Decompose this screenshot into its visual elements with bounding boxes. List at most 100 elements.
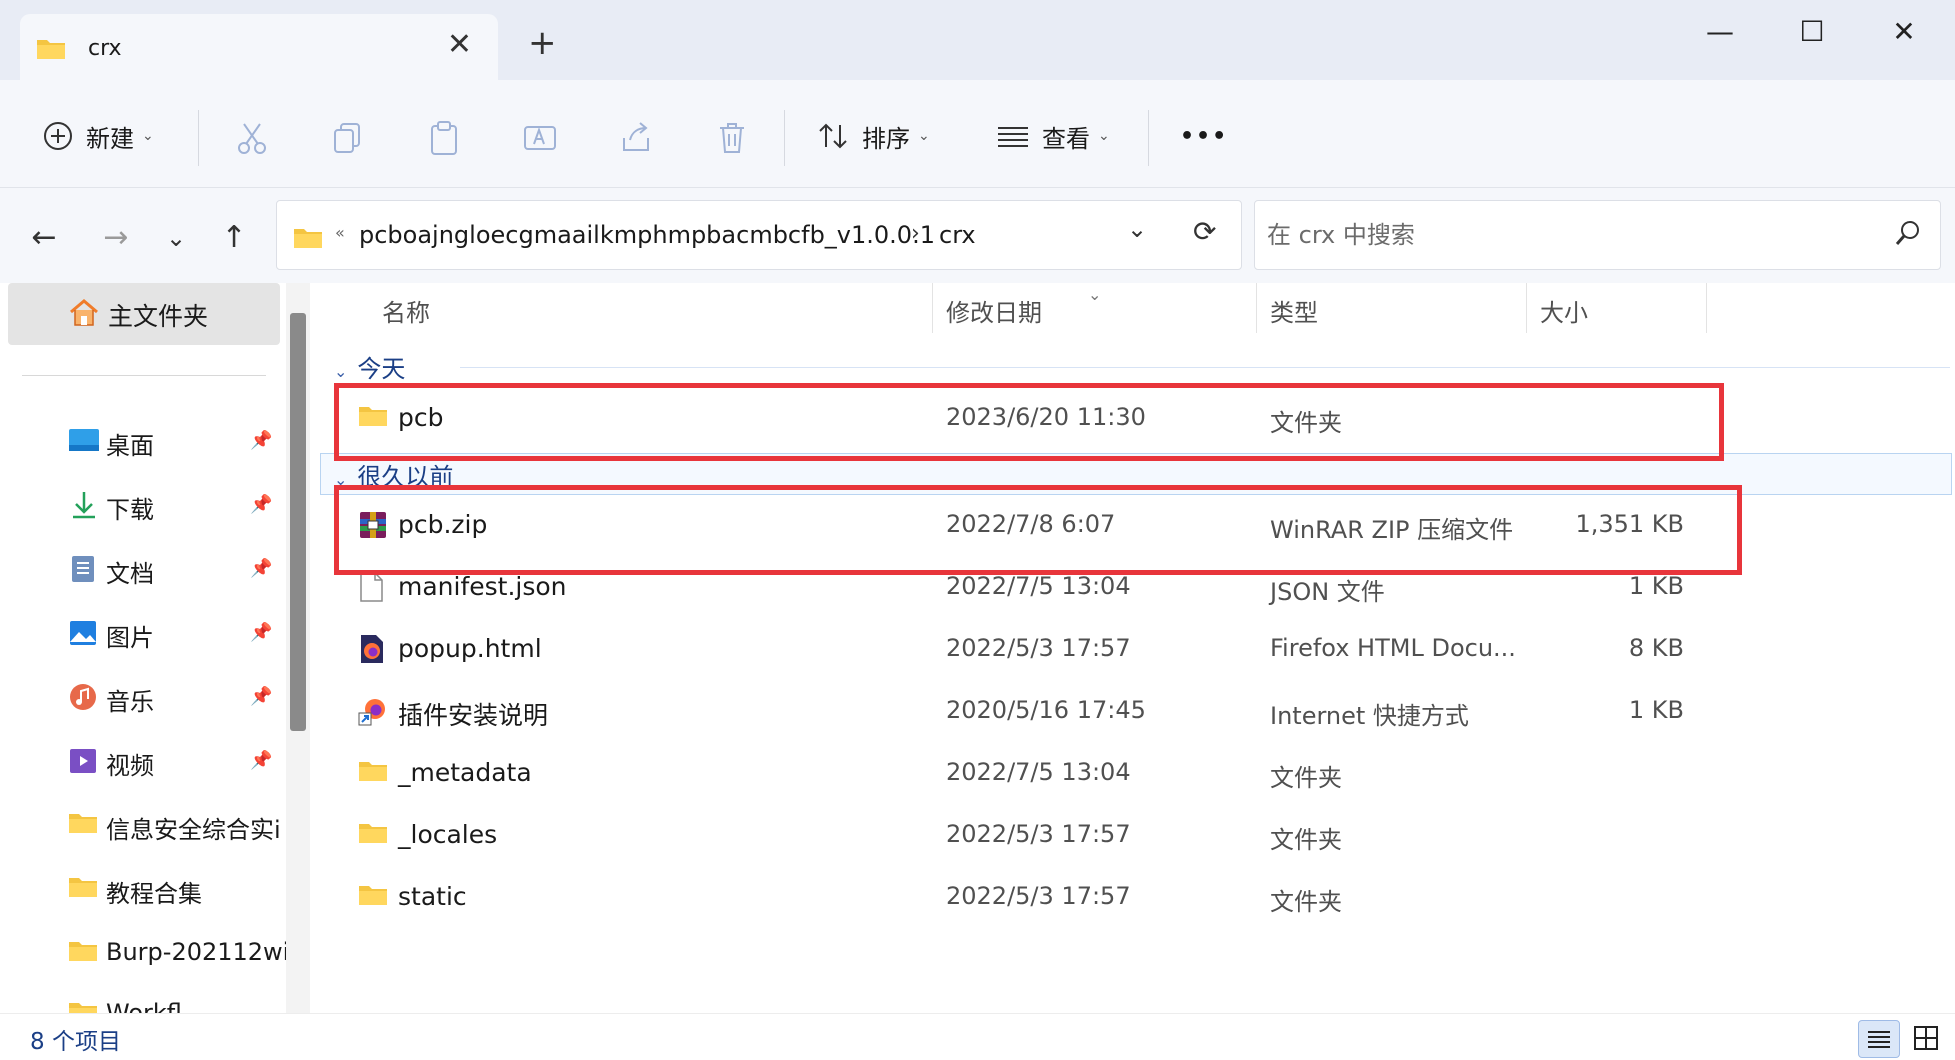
sidebar-item-home[interactable]: 主文件夹 <box>8 283 280 345</box>
close-window-button[interactable]: ✕ <box>1874 12 1934 52</box>
sidebar-item-desktop[interactable]: 桌面 📌 <box>0 416 285 466</box>
file-row-locales[interactable]: _locales 2022/5/3 17:57 文件夹 <box>320 808 1700 864</box>
file-row-popup-html[interactable]: popup.html 2022/5/3 17:57 Firefox HTML D… <box>320 622 1700 678</box>
highlight-box-pcb-zip <box>334 485 1742 575</box>
sidebar-item-downloads[interactable]: 下载 📌 <box>0 480 285 530</box>
refresh-icon[interactable]: ⟳ <box>1193 215 1216 248</box>
file-type: 文件夹 <box>1270 888 1342 916</box>
column-header-date[interactable]: 修改日期 <box>946 293 1042 328</box>
back-arrow-icon[interactable]: ← <box>24 218 64 258</box>
document-icon <box>68 554 98 588</box>
item-count: 8 个项目 <box>30 1029 121 1055</box>
column-header-name[interactable]: 名称 <box>382 293 430 328</box>
more-options-button[interactable]: ••• <box>1180 114 1228 158</box>
file-type: JSON 文件 <box>1270 578 1385 606</box>
column-header-size[interactable]: 大小 <box>1540 293 1588 328</box>
sidebar-item-folder[interactable]: 教程合集 <box>0 864 285 914</box>
search-box[interactable] <box>1254 200 1941 270</box>
group-header-today[interactable]: ⌄ 今天 <box>334 349 405 384</box>
new-button[interactable]: 新建 ⌄ <box>42 114 154 158</box>
chevron-down-icon: ⌄ <box>142 128 154 144</box>
breadcrumb-overflow-icon[interactable]: « <box>335 223 345 242</box>
file-row-install-guide[interactable]: 插件安装说明 2020/5/16 17:45 Internet 快捷方式 1 K… <box>320 684 1700 740</box>
paste-icon[interactable] <box>424 118 464 158</box>
address-bar[interactable]: « pcboajngloecgmaailkmphmpbacmbcfb_v1.0.… <box>276 200 1242 270</box>
pin-icon[interactable]: 📌 <box>250 622 272 643</box>
file-list: 名称 修改日期 ⌄ 类型 大小 ⌄ 今天 pcb 2023/6/20 11:30 … <box>320 283 1955 1013</box>
sidebar-item-label: 桌面 <box>106 432 154 460</box>
group-label: 今天 <box>357 355 406 383</box>
sort-icon <box>819 123 847 149</box>
sidebar-item-label: Workfl <box>106 999 182 1013</box>
pin-icon[interactable]: 📌 <box>250 430 272 451</box>
details-view-button[interactable] <box>1858 1020 1900 1058</box>
column-divider[interactable] <box>932 283 933 333</box>
pin-icon[interactable]: 📌 <box>250 494 272 515</box>
sidebar-item-label: 教程合集 <box>106 880 202 908</box>
column-divider[interactable] <box>1526 283 1527 333</box>
column-header-type[interactable]: 类型 <box>1270 293 1318 328</box>
tab-crx[interactable]: crx ✕ <box>20 14 498 80</box>
sidebar-item-pictures[interactable]: 图片 📌 <box>0 608 285 658</box>
new-tab-button[interactable]: + <box>528 26 557 60</box>
sidebar-item-label: 主文件夹 <box>108 302 209 331</box>
file-row-static[interactable]: static 2022/5/3 17:57 文件夹 <box>320 870 1700 926</box>
sidebar-item-label: 音乐 <box>106 688 154 716</box>
plus-circle-icon <box>44 122 72 150</box>
breadcrumb-parent[interactable]: pcboajngloecgmaailkmphmpbacmbcfb_v1.0.0.… <box>359 221 935 249</box>
share-icon[interactable] <box>616 118 656 158</box>
sidebar-scrollbar[interactable] <box>286 283 310 1013</box>
file-row-metadata[interactable]: _metadata 2022/7/5 13:04 文件夹 <box>320 746 1700 802</box>
sidebar-item-label: Burp-202112wi <box>106 938 290 966</box>
file-name: popup.html <box>398 634 542 663</box>
pin-icon[interactable]: 📌 <box>250 558 272 579</box>
desktop-icon <box>68 426 100 458</box>
tiles-view-button[interactable] <box>1906 1020 1948 1058</box>
scrollbar-thumb[interactable] <box>290 313 306 731</box>
sidebar-item-folder[interactable]: Workfl <box>0 989 285 1013</box>
pictures-icon <box>68 618 98 652</box>
video-icon <box>68 746 98 780</box>
cut-icon[interactable] <box>232 118 272 158</box>
breadcrumb-current[interactable]: crx <box>939 221 976 249</box>
sidebar-item-documents[interactable]: 文档 📌 <box>0 544 285 594</box>
search-input[interactable] <box>1267 215 1867 255</box>
column-divider[interactable] <box>1706 283 1707 333</box>
sidebar-item-videos[interactable]: 视频 📌 <box>0 736 285 786</box>
rename-icon[interactable] <box>520 118 560 158</box>
folder-icon <box>68 999 98 1013</box>
folder-icon <box>36 36 66 64</box>
recent-locations-chevron-icon[interactable]: ⌄ <box>156 218 196 258</box>
search-icon[interactable] <box>1894 219 1922 251</box>
home-icon <box>68 297 100 333</box>
column-divider[interactable] <box>1256 283 1257 333</box>
highlight-box-pcb <box>334 383 1724 461</box>
folder-icon <box>68 874 98 902</box>
status-bar: 8 个项目 <box>0 1013 1955 1060</box>
pin-icon[interactable]: 📌 <box>250 686 272 707</box>
pin-icon[interactable]: 📌 <box>250 750 272 771</box>
folder-icon <box>358 820 388 848</box>
file-date: 2022/7/5 13:04 <box>946 758 1131 786</box>
maximize-button[interactable]: ☐ <box>1782 12 1842 52</box>
view-button[interactable]: 查看 ⌄ <box>996 114 1110 158</box>
sort-button[interactable]: 排序 ⌄ <box>816 114 930 158</box>
breadcrumb-separator-icon[interactable]: › <box>911 221 920 246</box>
chevron-down-icon[interactable]: ⌄ <box>1127 215 1147 243</box>
forward-arrow-icon[interactable]: → <box>96 218 136 258</box>
chevron-down-icon: ⌄ <box>334 362 348 381</box>
minimize-button[interactable]: — <box>1690 12 1750 52</box>
delete-icon[interactable] <box>712 118 752 158</box>
file-size: 1 KB <box>1628 572 1684 600</box>
sidebar-item-music[interactable]: 音乐 📌 <box>0 672 285 722</box>
copy-icon[interactable] <box>328 118 368 158</box>
close-tab-icon[interactable]: ✕ <box>447 30 472 60</box>
sidebar-item-folder[interactable]: Burp-202112wi <box>0 928 289 978</box>
sidebar-item-folder[interactable]: 信息安全综合实i <box>0 800 285 850</box>
view-label: 查看 <box>1042 124 1090 153</box>
up-arrow-icon[interactable]: ↑ <box>214 218 254 258</box>
sidebar-item-label: 文档 <box>106 560 154 588</box>
divider <box>784 110 785 166</box>
file-date: 2020/5/16 17:45 <box>946 696 1146 724</box>
divider <box>198 110 199 166</box>
